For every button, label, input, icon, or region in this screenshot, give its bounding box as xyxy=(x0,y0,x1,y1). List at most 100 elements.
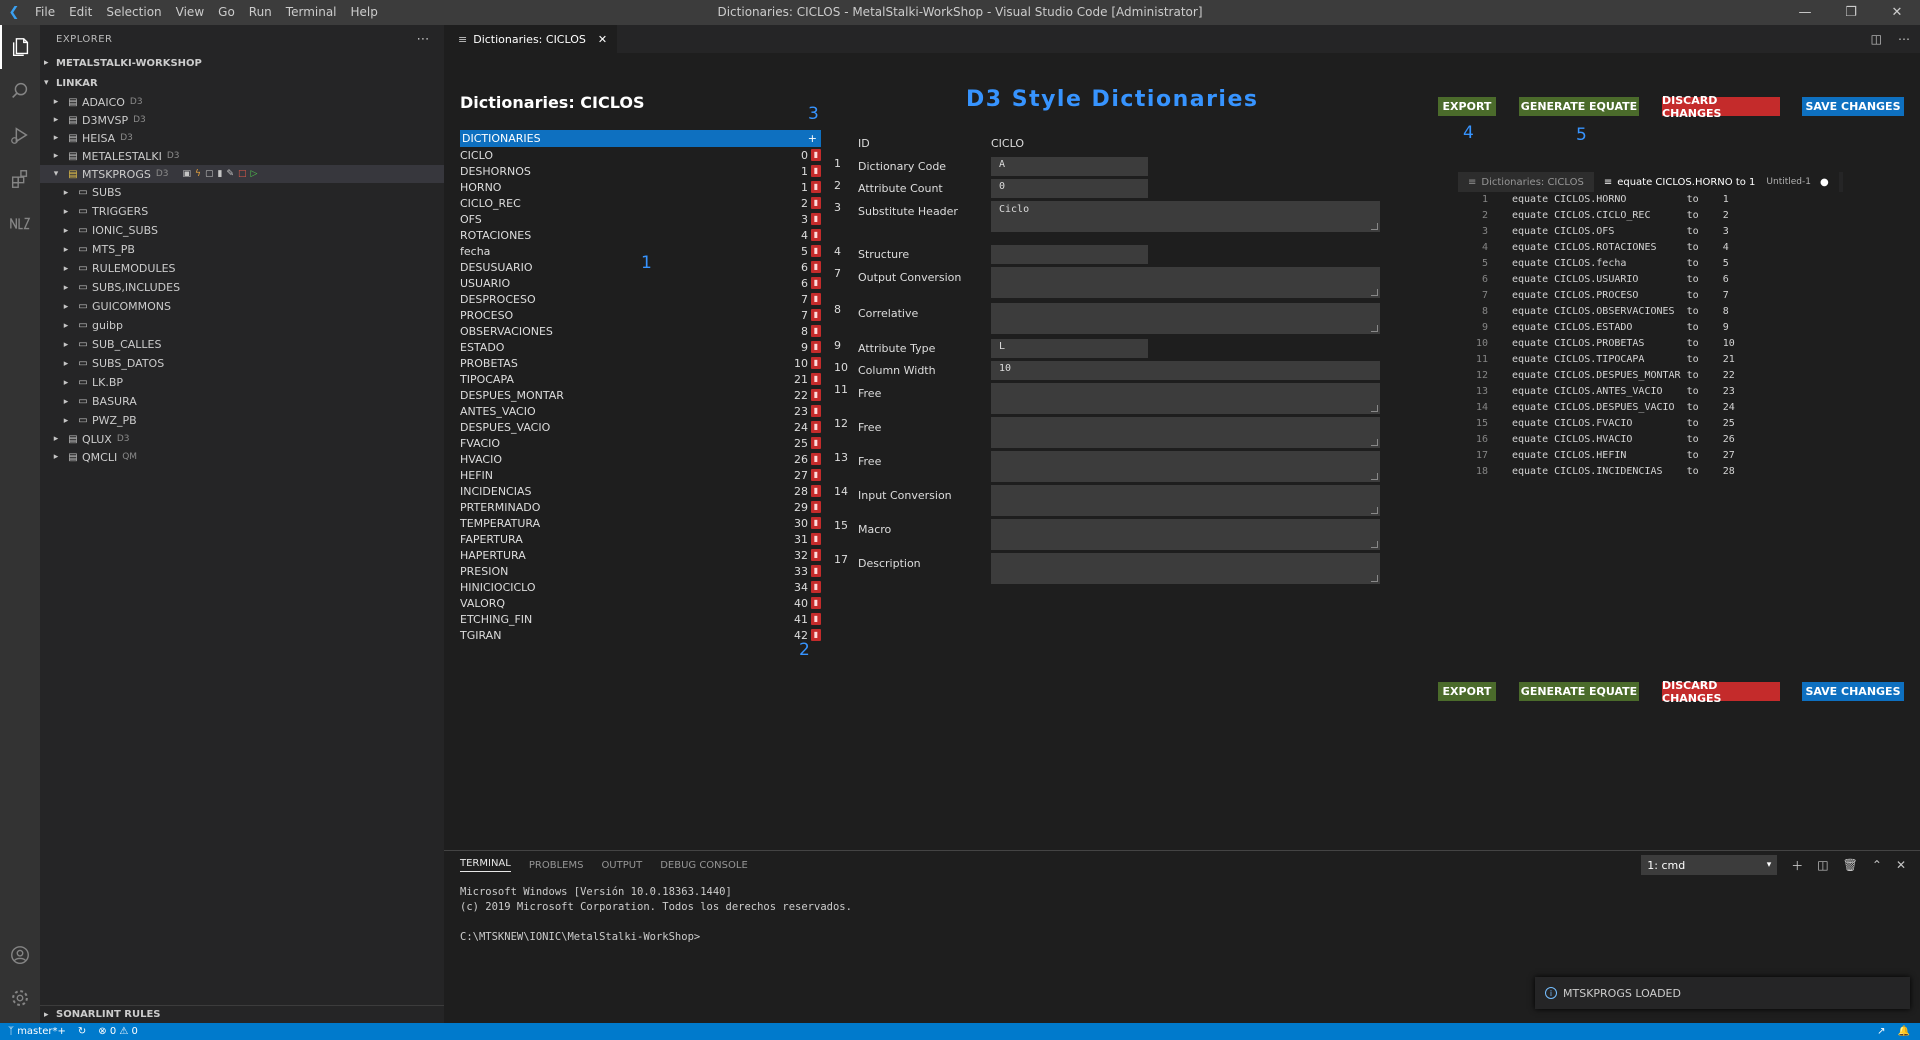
menu-terminal[interactable]: Terminal xyxy=(279,0,344,25)
sync-icon[interactable]: ↻ xyxy=(78,1026,86,1037)
dictionary-row[interactable]: INCIDENCIAS 28 ▮ xyxy=(460,483,821,499)
field-textarea[interactable] xyxy=(991,485,1380,516)
tree-item-database[interactable]: ▸ ▤ HEISA D3 xyxy=(40,129,444,147)
dictionary-row[interactable]: HEFIN 27 ▮ xyxy=(460,467,821,483)
maximize-panel-icon[interactable]: ⌃ xyxy=(1872,858,1882,872)
generate-equate-button-bottom[interactable]: GENERATE EQUATE xyxy=(1519,682,1639,701)
tab-dictionaries-ciclos[interactable]: ≡ Dictionaries: CICLOS ✕ xyxy=(444,25,618,53)
dictionary-row[interactable]: PROCESO 7 ▮ xyxy=(460,307,821,323)
live-share-icon[interactable]: ↗ xyxy=(1877,1026,1885,1037)
delete-trash-icon[interactable]: ▮ xyxy=(811,597,821,609)
save-changes-button[interactable]: SAVE CHANGES xyxy=(1802,97,1904,116)
dictionary-row[interactable]: HORNO 1 ▮ xyxy=(460,179,821,195)
dictionary-row[interactable]: ESTADO 9 ▮ xyxy=(460,339,821,355)
dictionary-row[interactable]: DESUSUARIO 6 ▮ xyxy=(460,259,821,275)
delete-trash-icon[interactable]: ▮ xyxy=(811,293,821,305)
tree-item-database[interactable]: ▸ ▤ D3MVSP D3 xyxy=(40,111,444,129)
field-textarea[interactable] xyxy=(991,451,1380,482)
dictionary-row[interactable]: PRTERMINADO 29 ▮ xyxy=(460,499,821,515)
add-dictionary-button[interactable]: + xyxy=(808,132,817,145)
tree-item-database[interactable]: ▸ ▤ QLUX D3 xyxy=(40,430,444,448)
lightning-icon[interactable]: ϟ xyxy=(195,169,201,179)
more-actions-icon[interactable]: ⋯ xyxy=(417,32,431,47)
dictionary-row[interactable]: DESPROCESO 7 ▮ xyxy=(460,291,821,307)
dictionary-row[interactable]: CICLO 0 ▮ xyxy=(460,147,821,163)
menu-help[interactable]: Help xyxy=(344,0,385,25)
dictionary-row[interactable]: VALORQ 40 ▮ xyxy=(460,595,821,611)
split-editor-icon[interactable]: ◫ xyxy=(1871,32,1882,46)
tree-item-folder[interactable]: ▸ ▭ SUBS_DATOS xyxy=(40,354,444,373)
field-textarea[interactable] xyxy=(991,519,1380,550)
dictionary-row[interactable]: FAPERTURA 31 ▮ xyxy=(460,531,821,547)
minimize-icon[interactable]: — xyxy=(1782,0,1828,25)
delete-trash-icon[interactable]: ▮ xyxy=(811,485,821,497)
menu-view[interactable]: View xyxy=(169,0,211,25)
dictionary-row[interactable]: PROBETAS 10 ▮ xyxy=(460,355,821,371)
dictionary-row[interactable]: HINICIOCICLO 34 ▮ xyxy=(460,579,821,595)
dictionary-row[interactable]: DESHORNOS 1 ▮ xyxy=(460,163,821,179)
linkar-section[interactable]: ▾ LINKAR xyxy=(40,73,444,93)
menu-edit[interactable]: Edit xyxy=(62,0,99,25)
tab-debug-console[interactable]: DEBUG CONSOLE xyxy=(660,860,748,871)
new-terminal-icon[interactable]: ＋ xyxy=(1791,857,1803,874)
field-textarea[interactable] xyxy=(991,267,1380,298)
tree-item-folder[interactable]: ▸ ▭ SUB_CALLES xyxy=(40,335,444,354)
terminal-select[interactable]: 1: cmd ▾ xyxy=(1641,855,1778,875)
tree-item-folder[interactable]: ▸ ▭ guibp xyxy=(40,316,444,335)
dictionary-row[interactable]: FVACIO 25 ▮ xyxy=(460,435,821,451)
extensions-icon[interactable] xyxy=(0,157,40,201)
dictionary-row[interactable]: ROTACIONES 4 ▮ xyxy=(460,227,821,243)
export-button-bottom[interactable]: EXPORT xyxy=(1438,682,1496,701)
delete-trash-icon[interactable]: ▮ xyxy=(811,453,821,465)
terminal-icon[interactable]: ▣ xyxy=(183,169,192,179)
delete-trash-icon[interactable]: ▮ xyxy=(811,213,821,225)
tree-item-database[interactable]: ▸ ▤ METALESTALKI D3 xyxy=(40,147,444,165)
delete-trash-icon[interactable]: ▮ xyxy=(811,325,821,337)
play-icon[interactable]: ▷ xyxy=(251,169,258,179)
discard-changes-button[interactable]: DISCARD CHANGES xyxy=(1662,94,1780,120)
tab-output[interactable]: OUTPUT xyxy=(601,860,642,871)
delete-trash-icon[interactable]: ▮ xyxy=(811,165,821,177)
delete-trash-icon[interactable]: ▮ xyxy=(811,581,821,593)
dictionary-row[interactable]: USUARIO 6 ▮ xyxy=(460,275,821,291)
field-input[interactable]: 10 xyxy=(991,361,1380,380)
delete-trash-icon[interactable]: ▮ xyxy=(811,309,821,321)
dictionary-row[interactable]: TIPOCAPA 21 ▮ xyxy=(460,371,821,387)
delete-trash-icon[interactable]: ▮ xyxy=(811,245,821,257)
close-panel-icon[interactable]: ✕ xyxy=(1896,858,1906,872)
tree-item-folder[interactable]: ▸ ▭ RULEMODULES xyxy=(40,259,444,278)
delete-trash-icon[interactable]: ▮ xyxy=(811,405,821,417)
delete-trash-icon[interactable]: ▮ xyxy=(811,277,821,289)
dictionary-row[interactable]: PRESION 33 ▮ xyxy=(460,563,821,579)
menu-file[interactable]: File xyxy=(28,0,62,25)
menu-run[interactable]: Run xyxy=(242,0,279,25)
menu-go[interactable]: Go xyxy=(211,0,242,25)
delete-trash-icon[interactable]: ▮ xyxy=(811,389,821,401)
field-textarea[interactable]: Ciclo xyxy=(991,201,1380,232)
save-changes-button-bottom[interactable]: SAVE CHANGES xyxy=(1802,682,1904,701)
tree-item-folder[interactable]: ▸ ▭ MTS_PB xyxy=(40,240,444,259)
more-actions-icon[interactable]: ⋯ xyxy=(1898,32,1910,46)
field-input[interactable]: L xyxy=(991,339,1148,358)
preview-tab-dictionaries[interactable]: ≡ Dictionaries: CICLOS xyxy=(1458,172,1594,192)
tree-item-database[interactable]: ▸ ▤ ADAICO D3 xyxy=(40,93,444,111)
console-icon[interactable]: ▢ xyxy=(205,169,214,179)
delete-trash-icon[interactable]: ▮ xyxy=(811,149,821,161)
dictionary-row[interactable]: OFS 3 ▮ xyxy=(460,211,821,227)
branch-indicator[interactable]: ᛉ master*+ xyxy=(8,1026,66,1037)
notification-toast[interactable]: i MTSKPROGS LOADED xyxy=(1535,977,1910,1009)
dictionary-row[interactable]: TEMPERATURA 30 ▮ xyxy=(460,515,821,531)
tree-item-folder[interactable]: ▸ ▭ SUBS,INCLUDES xyxy=(40,278,444,297)
dictionary-row[interactable]: DESPUES_VACIO 24 ▮ xyxy=(460,419,821,435)
tree-item-folder[interactable]: ▸ ▭ IONIC_SUBS xyxy=(40,221,444,240)
close-window-icon[interactable]: ✕ xyxy=(1874,0,1920,25)
discard-changes-button-bottom[interactable]: DISCARD CHANGES xyxy=(1662,679,1780,705)
delete-trash-icon[interactable]: ▮ xyxy=(811,341,821,353)
trash-icon[interactable]: 🗑 xyxy=(1843,858,1858,872)
problems-indicator[interactable]: ⊗ 0 ⚠ 0 xyxy=(98,1026,138,1037)
tree-item-folder[interactable]: ▸ ▭ PWZ_PB xyxy=(40,411,444,430)
delete-trash-icon[interactable]: ▮ xyxy=(811,469,821,481)
bell-icon[interactable]: 🔔 xyxy=(1898,1026,1910,1037)
tree-item-folder[interactable]: ▸ ▭ GUICOMMONS xyxy=(40,297,444,316)
delete-trash-icon[interactable]: ▮ xyxy=(811,229,821,241)
